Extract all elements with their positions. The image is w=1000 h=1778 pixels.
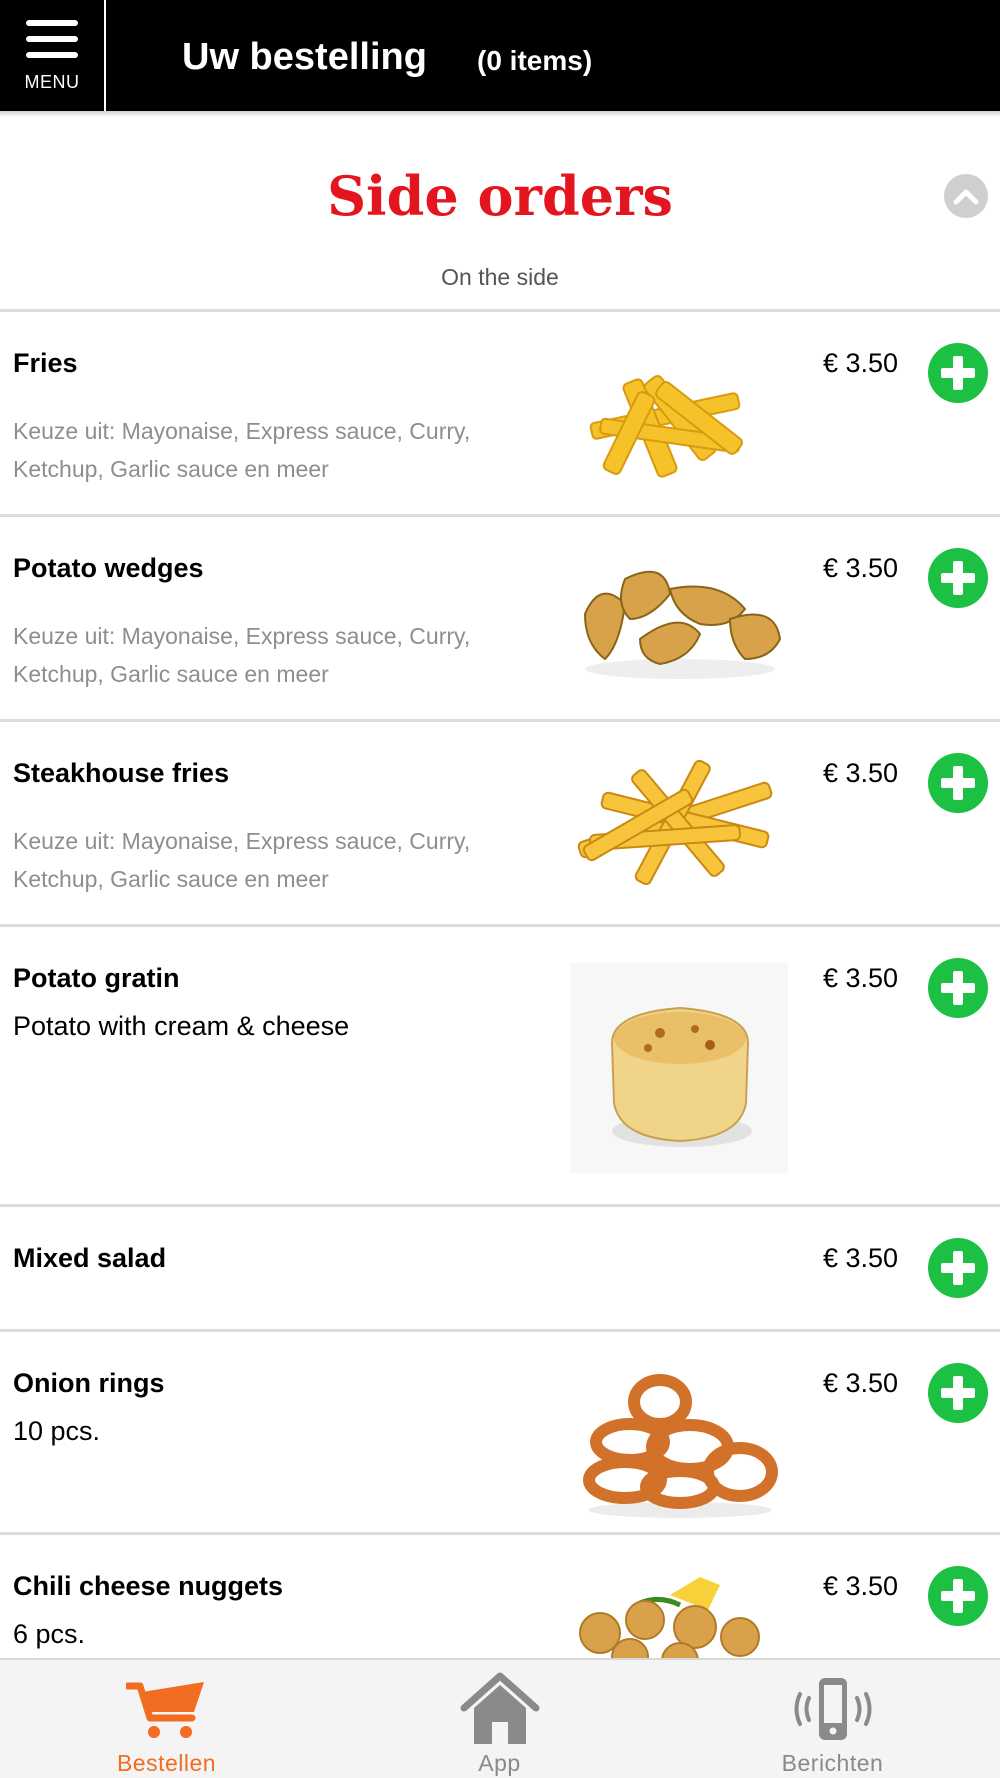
item-price: € 3.50 xyxy=(823,348,899,378)
item-name: Chili cheese nuggets xyxy=(13,1571,284,1601)
home-icon xyxy=(460,1672,540,1744)
item-description: Keuze uit: Mayonaise, Express sauce, Cur… xyxy=(13,418,471,482)
menu-item-onion-rings[interactable]: Onion rings 10 pcs. € 3.50 xyxy=(0,1332,1000,1535)
item-price: € 3.50 xyxy=(823,553,899,583)
order-title[interactable]: Uw bestelling xyxy=(182,36,427,79)
add-item-button[interactable] xyxy=(928,753,988,813)
menu-item-mixed-salad[interactable]: Mixed salad € 3.50 xyxy=(0,1207,1000,1332)
nav-berichten[interactable]: Berichten xyxy=(666,1660,999,1778)
add-item-button[interactable] xyxy=(928,1238,988,1298)
item-price: € 3.50 xyxy=(823,1243,899,1273)
potato-wedges-image xyxy=(583,570,782,679)
nav-app[interactable]: App xyxy=(333,1660,666,1778)
chili-cheese-nuggets-image xyxy=(579,1577,760,1665)
collapse-section-button[interactable] xyxy=(944,174,988,218)
item-name: Steakhouse fries xyxy=(13,758,230,788)
app-header: MENU Uw bestelling (0 items) xyxy=(0,0,1000,111)
item-subtitle: Potato with cream & cheese xyxy=(13,1011,350,1041)
phone-vibrate-icon xyxy=(793,1674,873,1744)
chevron-up-icon xyxy=(953,189,979,205)
item-name: Mixed salad xyxy=(13,1243,167,1273)
menu-item-fries[interactable]: Fries Keuze uit: Mayonaise, Express sauc… xyxy=(0,312,1000,517)
section-title: Side orders xyxy=(327,164,673,228)
onion-rings-image xyxy=(583,1374,778,1518)
add-item-button[interactable] xyxy=(928,343,988,403)
menu-item-potato-wedges[interactable]: Potato wedges Keuze uit: Mayonaise, Expr… xyxy=(0,517,1000,722)
item-price: € 3.50 xyxy=(823,758,899,788)
item-price: € 3.50 xyxy=(823,1571,899,1601)
section-subtitle: On the side xyxy=(441,264,559,290)
order-item-count[interactable]: (0 items) xyxy=(477,45,592,77)
add-item-button[interactable] xyxy=(928,958,988,1018)
steakhouse-fries-image xyxy=(577,759,773,886)
item-name: Onion rings xyxy=(13,1368,165,1398)
header-shadow xyxy=(0,111,1000,117)
nav-bestellen[interactable]: Bestellen xyxy=(0,1660,333,1778)
item-subtitle: 10 pcs. xyxy=(13,1416,101,1446)
crinkle-fries-image xyxy=(589,375,743,478)
item-name: Fries xyxy=(13,348,78,378)
menu-button[interactable]: MENU xyxy=(0,0,106,111)
item-price: € 3.50 xyxy=(823,1368,899,1398)
nav-label: Berichten xyxy=(781,1750,884,1776)
menu-label: MENU xyxy=(24,72,80,92)
nav-label: App xyxy=(478,1750,521,1776)
cart-icon xyxy=(125,1674,208,1744)
add-item-button[interactable] xyxy=(928,1363,988,1423)
potato-gratin-image xyxy=(570,963,788,1173)
nav-label: Bestellen xyxy=(116,1750,217,1776)
item-name: Potato wedges xyxy=(13,553,204,583)
menu-item-potato-gratin[interactable]: Potato gratin Potato with cream & cheese… xyxy=(0,927,1000,1207)
item-name: Potato gratin xyxy=(13,963,180,993)
item-subtitle: 6 pcs. xyxy=(13,1619,86,1649)
item-description: Keuze uit: Mayonaise, Express sauce, Cur… xyxy=(13,828,471,892)
item-description: Keuze uit: Mayonaise, Express sauce, Cur… xyxy=(13,623,471,687)
hamburger-icon xyxy=(26,20,78,58)
add-item-button[interactable] xyxy=(928,1566,988,1626)
add-item-button[interactable] xyxy=(928,548,988,608)
item-price: € 3.50 xyxy=(823,963,899,993)
bottom-nav: Bestellen App Berichten xyxy=(0,1658,1000,1778)
menu-item-steakhouse-fries[interactable]: Steakhouse fries Keuze uit: Mayonaise, E… xyxy=(0,722,1000,927)
